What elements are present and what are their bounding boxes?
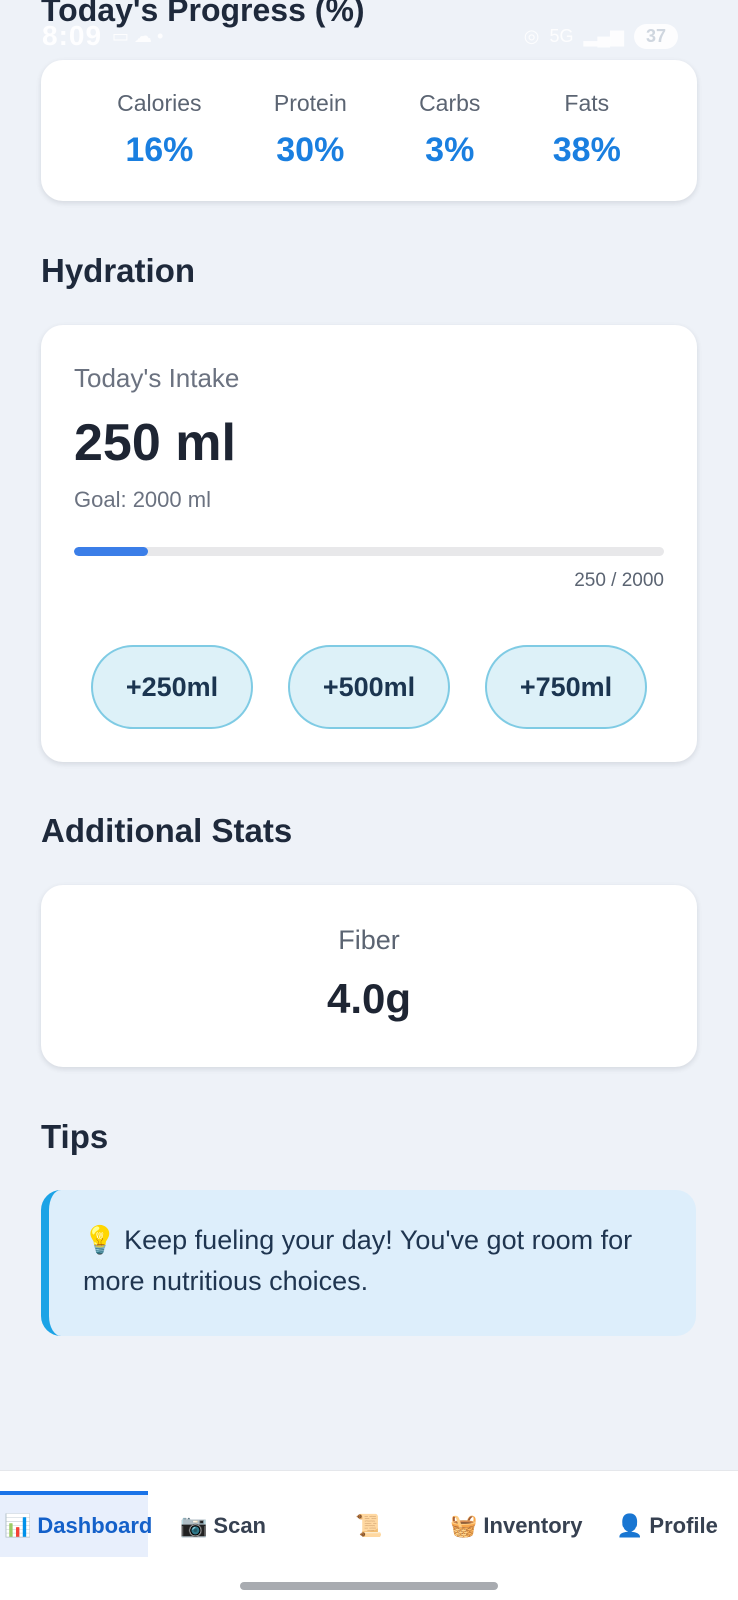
progress-label: Carbs — [419, 90, 481, 116]
tips-title: Tips — [41, 1118, 109, 1155]
hydration-progress-bar — [74, 547, 664, 556]
progress-value: 30% — [276, 131, 345, 169]
hotspot-icon: ◎ — [523, 26, 540, 46]
progress-value: 38% — [552, 131, 621, 169]
additional-stats-title: Additional Stats — [41, 812, 293, 849]
bottom-nav: 📊 Dashboard 📷 Scan 📜 🧺 Inventory 👤 Profi… — [0, 1470, 738, 1600]
tip-card: 💡 Keep fueling your day! You've got room… — [41, 1190, 696, 1336]
status-time: 8:09 — [42, 20, 103, 51]
battery-indicator: 37 — [633, 24, 678, 49]
add-750ml-button[interactable]: +750ml — [485, 645, 647, 729]
progress-label: Protein — [273, 90, 347, 116]
add-250ml-button[interactable]: +250ml — [91, 645, 253, 729]
nav-label: Dashboard — [37, 1513, 153, 1538]
home-indicator[interactable] — [240, 1582, 498, 1590]
hydration-progress-fill — [74, 547, 148, 556]
progress-label: Fats — [564, 90, 610, 116]
nav-scroll[interactable]: 📜 — [355, 1493, 388, 1559]
chart-icon: 📊 — [4, 1513, 32, 1538]
network-label: 5G — [549, 26, 574, 46]
nav-dashboard[interactable]: 📊 Dashboard — [0, 1491, 152, 1557]
status-right-icons: ◎ 5G ▂▄▆ 37 — [524, 24, 678, 49]
progress-calories: Calories 16% — [117, 60, 201, 201]
nav-profile[interactable]: 👤 Profile — [616, 1493, 718, 1559]
tip-text: 💡 Keep fueling your day! You've got room… — [83, 1225, 633, 1296]
progress-carbs: Carbs 3% — [419, 60, 480, 201]
intake-label: Today's Intake — [74, 363, 240, 393]
hydration-title: Hydration — [41, 252, 196, 289]
nav-inventory[interactable]: 🧺 Inventory — [450, 1493, 582, 1559]
nav-label: Profile — [649, 1513, 718, 1538]
progress-value: 3% — [425, 131, 475, 169]
hydration-count: 250 / 2000 — [574, 570, 664, 591]
intake-value: 250 ml — [74, 414, 236, 472]
camera-icon: 📷 — [180, 1513, 208, 1538]
scroll-icon: 📜 — [355, 1513, 383, 1538]
progress-label: Calories — [117, 90, 202, 116]
basket-icon: 🧺 — [450, 1513, 478, 1538]
notification-icons: ▭ ☁ • — [112, 26, 164, 46]
signal-icon: ▂▄▆ — [583, 26, 624, 46]
nav-label: Inventory — [483, 1513, 583, 1538]
goal-label: Goal: 2000 ml — [74, 487, 211, 512]
fiber-label: Fiber — [338, 925, 400, 955]
progress-value: 16% — [125, 131, 194, 169]
fiber-value: 4.0g — [326, 975, 412, 1022]
hydration-card: Today's Intake 250 ml Goal: 2000 ml 250 … — [41, 325, 697, 762]
water-buttons: +250ml +500ml +750ml — [91, 645, 647, 729]
nav-scan[interactable]: 📷 Scan — [180, 1493, 266, 1559]
nav-label: Scan — [213, 1513, 266, 1538]
progress-card: Calories 16% Protein 30% Carbs 3% Fats 3… — [41, 60, 697, 201]
progress-protein: Protein 30% — [274, 60, 347, 201]
user-icon: 👤 — [616, 1513, 644, 1538]
fiber-card: Fiber 4.0g — [41, 885, 697, 1067]
status-bar: 8:09 ▭ ☁ • ◎ 5G ▂▄▆ 37 — [0, 18, 738, 58]
add-500ml-button[interactable]: +500ml — [288, 645, 450, 729]
progress-fats: Fats 38% — [553, 60, 621, 201]
